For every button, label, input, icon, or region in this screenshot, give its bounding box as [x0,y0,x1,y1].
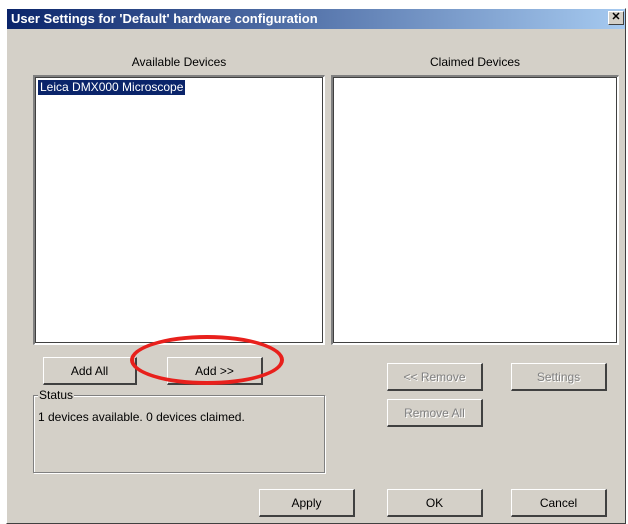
available-devices-list[interactable]: Leica DMX000 Microscope [33,75,325,345]
dialog-window: User Settings for 'Default' hardware con… [6,8,626,524]
claimed-devices-heading: Claimed Devices [429,55,521,69]
status-group: Status 1 devices available. 0 devices cl… [33,388,325,473]
available-devices-heading: Available Devices [131,55,227,69]
window-title: User Settings for 'Default' hardware con… [11,11,318,26]
status-legend: Status [38,388,75,402]
ok-button[interactable]: OK [387,489,483,517]
claimed-devices-list[interactable] [331,75,619,345]
list-item[interactable]: Leica DMX000 Microscope [38,80,186,95]
close-icon[interactable]: ✕ [608,11,624,25]
remove-all-button[interactable]: Remove All [387,399,483,427]
status-text: 1 devices available. 0 devices claimed. [38,410,245,424]
apply-button[interactable]: Apply [259,489,355,517]
add-all-button[interactable]: Add All [43,357,137,385]
settings-button[interactable]: Settings [511,363,607,391]
add-button[interactable]: Add >> [167,357,263,385]
title-bar[interactable]: User Settings for 'Default' hardware con… [7,9,625,29]
cancel-button[interactable]: Cancel [511,489,607,517]
remove-button[interactable]: << Remove [387,363,483,391]
